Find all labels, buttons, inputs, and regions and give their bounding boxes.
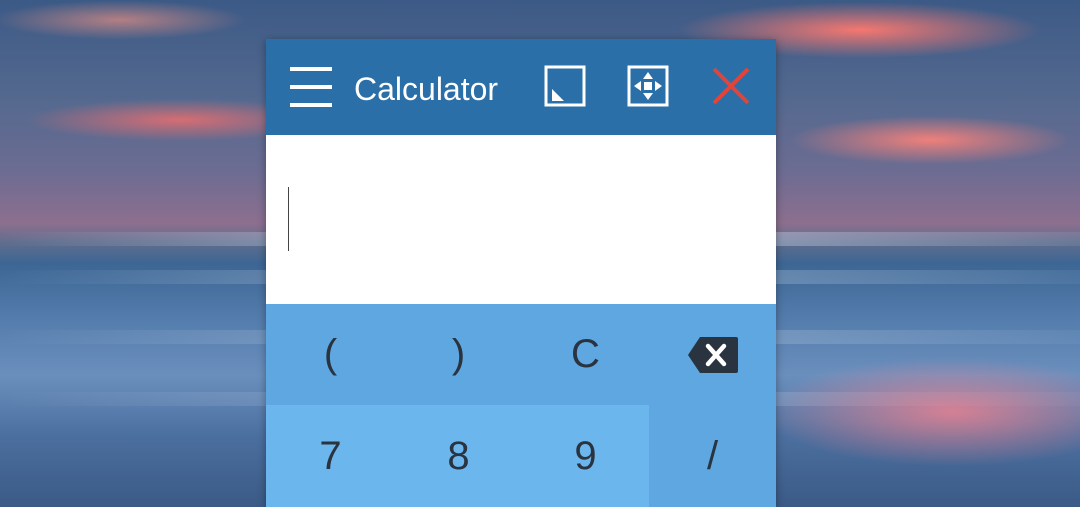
close-paren-button[interactable]: ) [395,304,522,405]
text-caret [288,187,289,251]
nine-button[interactable]: 9 [522,405,649,507]
desktop-background: Calculator ( ) C 7 8 9 / [0,0,1080,507]
eight-button[interactable]: 8 [395,405,522,507]
title-bar: Calculator [266,39,776,135]
hamburger-menu-icon[interactable] [290,65,332,109]
seven-button[interactable]: 7 [266,405,395,507]
calculator-display-input[interactable] [288,171,758,251]
resize-icon[interactable] [544,65,586,107]
wallpaper-glow [760,357,1080,467]
divide-button[interactable]: / [649,405,776,507]
window-title: Calculator [354,71,499,107]
clear-button[interactable]: C [522,304,649,405]
move-icon[interactable] [627,65,669,107]
keypad: ( ) C 7 8 9 / [266,304,776,507]
open-paren-button[interactable]: ( [266,304,395,405]
display-area [266,135,776,304]
backspace-button[interactable] [649,304,776,405]
backspace-icon [687,336,738,373]
calculator-window: Calculator ( ) C 7 8 9 / [266,39,776,507]
close-icon[interactable] [710,65,752,107]
